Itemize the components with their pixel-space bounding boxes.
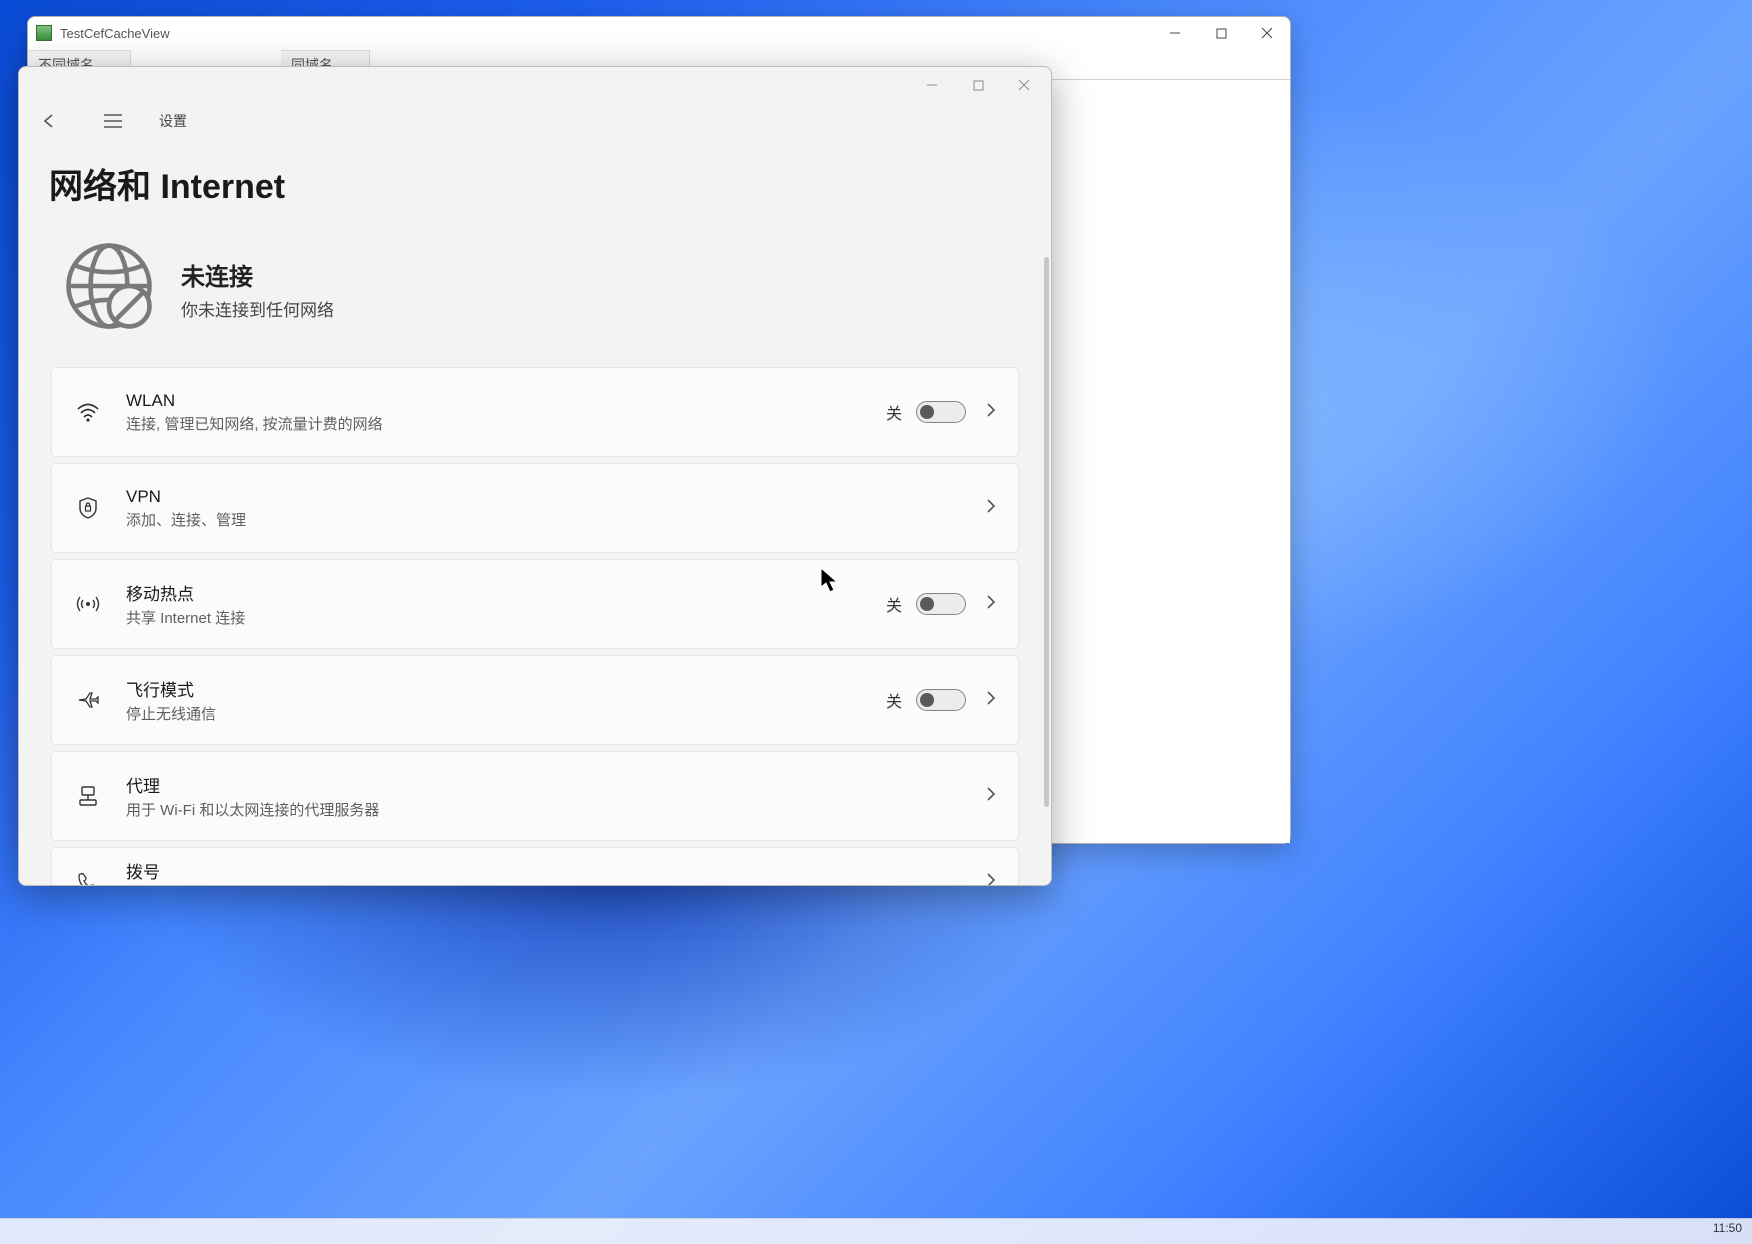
card-hotspot[interactable]: 移动热点 共享 Internet 连接 关	[51, 559, 1019, 649]
wifi-icon	[76, 400, 100, 424]
card-dialup[interactable]: 拨号 设置拨号 Internet 连接	[51, 847, 1019, 885]
card-airplane-mode[interactable]: 飞行模式 停止无线通信 关	[51, 655, 1019, 745]
card-vpn[interactable]: VPN 添加、连接、管理	[51, 463, 1019, 553]
card-title: 拨号	[126, 858, 986, 883]
card-desc: 连接, 管理已知网络, 按流量计费的网络	[126, 413, 886, 434]
shield-lock-icon	[76, 496, 100, 520]
connection-status: 未连接 你未连接到任何网络	[19, 222, 1051, 367]
settings-nav: 设置	[19, 103, 1051, 139]
toggle-state: 关	[886, 688, 902, 712]
bg-window-titlebar[interactable]: TestCefCacheView	[28, 17, 1290, 49]
proxy-icon	[76, 784, 100, 808]
taskbar[interactable]: 11:50	[0, 1218, 1752, 1244]
card-desc: 共享 Internet 连接	[126, 607, 886, 628]
back-button[interactable]	[31, 103, 67, 139]
bg-minimize-button[interactable]	[1152, 18, 1198, 48]
chevron-right-icon	[986, 786, 996, 807]
hotspot-icon	[76, 592, 100, 616]
settings-window: 设置 网络和 Internet 未连接 你未连接到任何网络	[18, 66, 1052, 886]
status-heading: 未连接	[181, 257, 334, 292]
card-title: 代理	[126, 772, 986, 797]
settings-minimize-button[interactable]	[909, 70, 955, 100]
page-title: 网络和 Internet	[19, 139, 1051, 222]
settings-close-button[interactable]	[1001, 70, 1047, 100]
bg-app-icon	[36, 25, 52, 41]
card-desc: 停止无线通信	[126, 703, 886, 724]
globe-disconnected-icon	[63, 240, 155, 337]
card-title: 移动热点	[126, 580, 886, 605]
toggle-state: 关	[886, 400, 902, 424]
phone-icon	[76, 870, 100, 885]
chevron-right-icon	[986, 498, 996, 519]
card-proxy[interactable]: 代理 用于 Wi-Fi 和以太网连接的代理服务器	[51, 751, 1019, 841]
settings-maximize-button[interactable]	[955, 70, 1001, 100]
toggle-state: 关	[886, 592, 902, 616]
bg-window-title: TestCefCacheView	[60, 26, 170, 41]
bg-maximize-button[interactable]	[1198, 18, 1244, 48]
taskbar-clock[interactable]: 11:50	[1713, 1221, 1742, 1235]
nav-breadcrumb: 设置	[159, 111, 187, 131]
card-desc: 用于 Wi-Fi 和以太网连接的代理服务器	[126, 799, 986, 820]
card-title: WLAN	[126, 391, 886, 411]
settings-cards: WLAN 连接, 管理已知网络, 按流量计费的网络 关 VPN 添加、连接、管理	[19, 367, 1051, 885]
chevron-right-icon	[986, 594, 996, 615]
card-wlan[interactable]: WLAN 连接, 管理已知网络, 按流量计费的网络 关	[51, 367, 1019, 457]
chevron-right-icon	[986, 690, 996, 711]
card-title: 飞行模式	[126, 676, 886, 701]
hotspot-toggle[interactable]	[916, 593, 966, 615]
card-desc: 添加、连接、管理	[126, 509, 986, 530]
bg-close-button[interactable]	[1244, 18, 1290, 48]
chevron-right-icon	[986, 872, 996, 886]
chevron-right-icon	[986, 402, 996, 423]
settings-titlebar[interactable]	[19, 67, 1051, 103]
wlan-toggle[interactable]	[916, 401, 966, 423]
hamburger-menu-button[interactable]	[95, 103, 131, 139]
card-title: VPN	[126, 487, 986, 507]
airplane-icon	[76, 688, 100, 712]
status-sub: 你未连接到任何网络	[181, 296, 334, 321]
settings-scrollbar[interactable]	[1044, 257, 1049, 807]
airplane-toggle[interactable]	[916, 689, 966, 711]
